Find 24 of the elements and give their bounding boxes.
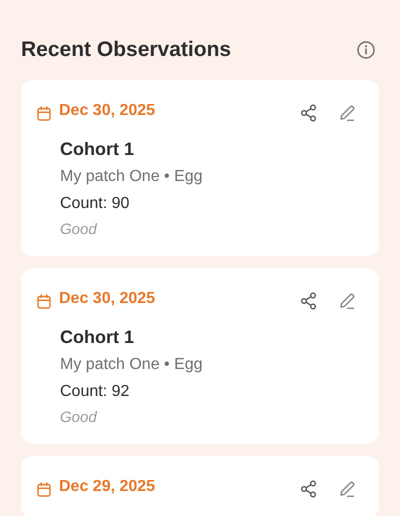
cohort-name: Cohort 1 [60, 139, 134, 160]
observation-date: Dec 30, 2025 [59, 102, 156, 120]
calendar-icon [37, 106, 51, 120]
observation-date: Dec 29, 2025 [59, 478, 156, 496]
edit-icon[interactable] [337, 103, 357, 123]
observation-date: Dec 30, 2025 [59, 290, 156, 308]
share-icon[interactable] [299, 291, 319, 311]
observation-card[interactable]: Dec 30, 2025 Cohort 1 My patch One • Egg Count: 90 Good [21, 80, 379, 256]
info-icon[interactable] [356, 40, 376, 60]
share-icon[interactable] [299, 103, 319, 123]
edit-icon[interactable] [337, 479, 357, 499]
cohort-name: Cohort 1 [60, 327, 134, 348]
condition-note: Good [60, 221, 97, 238]
share-icon[interactable] [299, 479, 319, 499]
calendar-icon [37, 294, 51, 308]
count-value: Count: 90 [60, 195, 130, 213]
condition-note: Good [60, 409, 97, 426]
count-value: Count: 92 [60, 383, 130, 401]
observation-card[interactable]: Dec 30, 2025 Cohort 1 My patch One • Egg Count: 92 Good [21, 268, 379, 444]
edit-icon[interactable] [337, 291, 357, 311]
location-stage: My patch One • Egg [60, 356, 203, 374]
location-stage: My patch One • Egg [60, 168, 203, 186]
calendar-icon [37, 482, 51, 496]
section-title: Recent Observations [21, 38, 232, 62]
